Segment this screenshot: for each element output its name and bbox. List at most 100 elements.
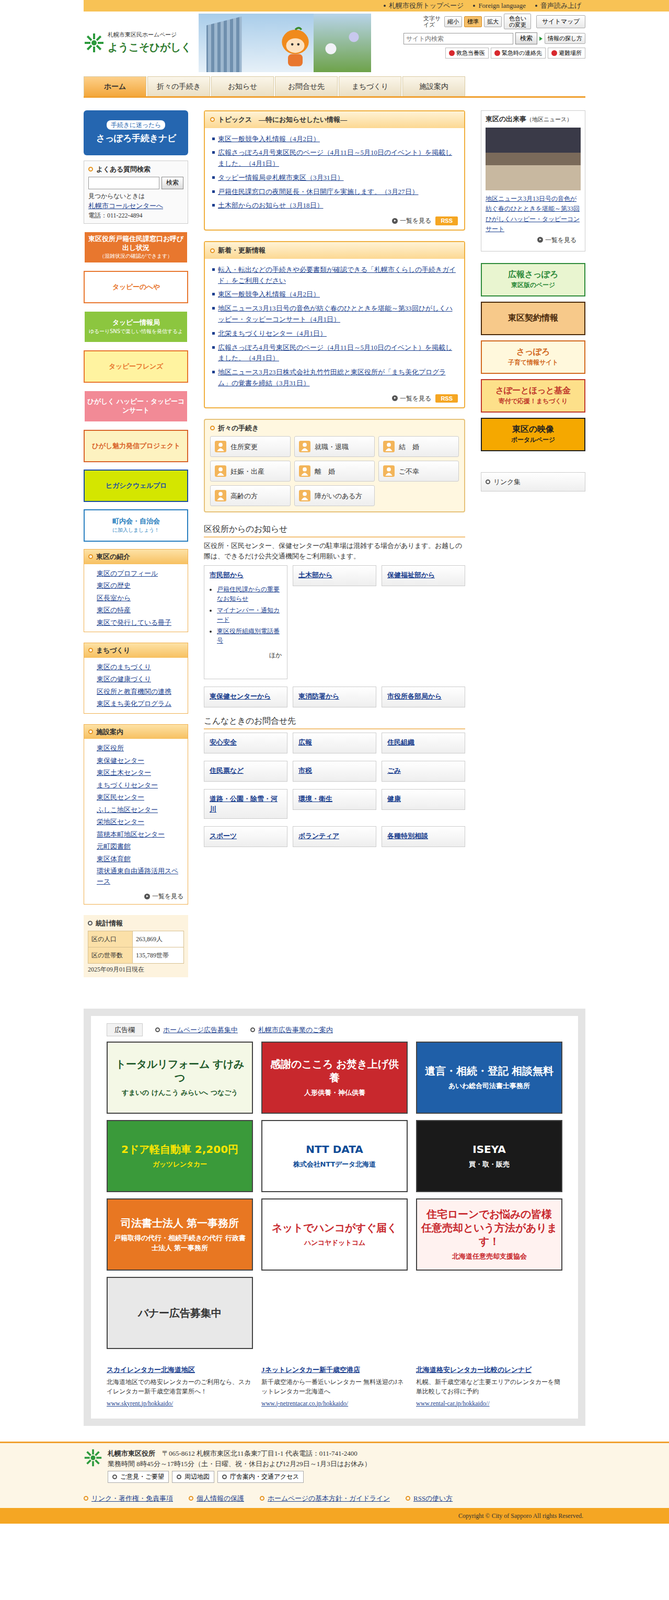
news-link[interactable]: 東区一般競争入札情報（4月2日） (217, 133, 320, 145)
notice-card-link[interactable]: 東保健センターから (209, 691, 271, 700)
news-link[interactable]: 広報さっぽろ4月号東区民のページ（4月11日～5月10日のイベント）を掲載しまし… (217, 342, 457, 365)
ad-banner[interactable]: 司法書士法人 第一事務所 戸籍取得の代行・相続手続きの代行 行政書士法人 第一事… (106, 1197, 253, 1271)
news-link[interactable]: 地区ニュース3月23日株式会社丸竹竹田総と東区役所が「まち美化プログラム」の覚書… (217, 366, 457, 389)
side-menu-link[interactable]: 東区の歴史 (96, 581, 131, 590)
text-ad-title[interactable]: 北海道格安レンタカー比較のレンナビ (416, 1365, 532, 1374)
side-menu-link[interactable]: 東区で発行している冊子 (96, 618, 172, 627)
nav-tab[interactable]: まちづくり (338, 76, 402, 97)
site-search-input[interactable] (403, 32, 514, 45)
nav-tab[interactable]: 施設案内 (402, 76, 466, 97)
more-link[interactable]: 一覧を見る (485, 234, 581, 248)
side-menu-link[interactable]: 東区土木センター (96, 768, 152, 777)
footer-link[interactable]: RSSの使い方 (405, 1492, 453, 1504)
side-banner[interactable]: タッピーのへや (83, 270, 189, 304)
call-center-link[interactable]: 札幌市コールセンターへ (88, 201, 164, 210)
side-menu-link[interactable]: 環状通東自由通路活用スペース (96, 866, 179, 885)
emergency-button[interactable]: 救急当番医 (445, 47, 489, 59)
news-link[interactable]: 戸籍住民課窓口の夜間延長・休日開庁を実施します。（3月27日） (217, 186, 419, 198)
ad-banner[interactable]: 感謝のこころ お焚き上げ供養 人形供養・神仏供養 (261, 1041, 408, 1114)
side-menu-link[interactable]: ふしこ地区センター (96, 805, 158, 814)
news-link[interactable]: 北栄まちづくりセンター（4月1日） (217, 328, 327, 340)
side-menu-link[interactable]: 東区民センター (96, 792, 145, 801)
text-size-button[interactable]: 拡大 (483, 16, 502, 28)
rss-badge[interactable]: RSS (435, 394, 458, 403)
contact-card-link[interactable]: 安心安全 (209, 737, 237, 746)
ad-banner[interactable]: バナー広告募集中 (106, 1276, 253, 1349)
search-help-button[interactable]: 情報の探し方 (544, 32, 586, 44)
text-ad-url[interactable]: www.j-netrentacar.co.jp/hokkaido/ (261, 1399, 349, 1407)
right-banner[interactable]: さぽーとほっと基金 寄付で応援！まちづくり (480, 378, 586, 413)
text-ad-title[interactable]: スカイレンタカー北海道地区 (106, 1365, 195, 1374)
sitemap-button[interactable]: サイトマップ (536, 15, 586, 29)
top-link[interactable]: 音声読み上げ (535, 0, 582, 11)
nav-tab[interactable]: お問合せ先 (274, 76, 338, 97)
notice-card-link[interactable]: 東消防署から (298, 691, 340, 700)
procedure-button[interactable]: 離 婚 (294, 460, 375, 482)
emergency-button[interactable]: 避難場所 (547, 47, 586, 59)
notice-card-link[interactable]: 土木部から (298, 570, 333, 579)
nav-tab[interactable]: 折々の手続き (147, 76, 211, 97)
event-caption-link[interactable]: 地区ニュース3月13日号の音色が紡ぐ春のひとときを堪能～第33回ひがしくハッピー… (485, 194, 580, 234)
news-link[interactable]: タッピー情報局＠札幌市東区（3月31日） (217, 172, 344, 184)
notice-sub-link[interactable]: 戸籍住民課からの重要なお知らせ (216, 585, 280, 603)
notice-card-link[interactable]: 市役所各部局から (387, 691, 442, 700)
text-ad-url[interactable]: www.skyrent.jp/hokkaido/ (106, 1399, 173, 1407)
footer-link[interactable]: リンク・著作権・免責事項 (83, 1492, 173, 1504)
nav-tab[interactable]: お知らせ (211, 76, 274, 97)
side-banner[interactable]: ヒガシクウェルプロ (83, 469, 189, 502)
procedure-button[interactable]: 高齢の方 (210, 485, 291, 506)
side-menu-link[interactable]: まちづくりセンター (96, 780, 158, 789)
right-banner[interactable]: さっぽろ 子育て情報サイト (480, 340, 586, 374)
news-link[interactable]: 転入・転出などの手続きや必要書類が確認できる「札幌市くらしの手続きガイド」をご利… (217, 264, 457, 287)
side-menu-link[interactable]: 元町図書館 (96, 841, 131, 850)
rss-badge[interactable]: RSS (435, 216, 458, 226)
side-banner[interactable]: タッピーフレンズ (83, 350, 189, 383)
footer-link[interactable]: ホームページの基本方針・ガイドライン (259, 1492, 390, 1504)
ads-link[interactable]: ホームページ広告募集中 (155, 1024, 238, 1035)
emergency-button[interactable]: 緊急時の連絡先 (490, 47, 546, 59)
text-size-button[interactable]: 縮小 (444, 16, 463, 28)
contact-card-link[interactable]: 健康 (387, 794, 401, 803)
event-photo[interactable] (485, 127, 581, 191)
more-link[interactable]: 一覧を見る (391, 393, 432, 403)
links-box[interactable]: リンク集 (480, 471, 586, 492)
notice-card-link[interactable]: 保健福祉部から (387, 570, 435, 579)
footer-button[interactable]: 周辺地図 (171, 1470, 215, 1483)
text-ad-title[interactable]: Jネットレンタカー新千歳空港店 (261, 1365, 361, 1374)
contact-card-link[interactable]: 市税 (298, 766, 313, 775)
nav-tab[interactable]: ホーム (83, 76, 147, 97)
ad-banner[interactable]: ネットでハンコがすぐ届く ハンコヤドットコム (261, 1197, 408, 1271)
top-link[interactable]: 札幌市役所トップページ (383, 0, 464, 11)
contact-card-link[interactable]: ごみ (387, 766, 401, 775)
footer-button[interactable]: ご意見・ご要望 (107, 1470, 169, 1483)
contact-card-link[interactable]: 住民票など (209, 766, 244, 775)
side-menu-link[interactable]: 苗穂本町地区センター (96, 829, 165, 838)
contact-card-link[interactable]: 道路・公園・除雪・河川 (209, 794, 278, 813)
news-link[interactable]: 広報さっぽろ4月号東区民のページ（4月11日～5月10日のイベント）を掲載しまし… (217, 147, 457, 170)
side-banner[interactable]: タッピー情報局 ゆるーりSNSで楽しい情報を発信するよ (83, 310, 189, 343)
notice-card-link[interactable]: 市民部から (209, 570, 244, 579)
footer-button[interactable]: 庁舎案内・交通アクセス (217, 1470, 304, 1483)
faq-search-button[interactable]: 検索 (161, 176, 184, 190)
tetsuzuki-navi-banner[interactable]: 手続きに迷ったら さっぽろ手続きナビ (83, 110, 189, 156)
search-button[interactable]: 検索 (515, 32, 538, 45)
right-banner[interactable]: 東区契約情報 (480, 301, 586, 336)
ad-banner[interactable]: NTT DATA 株式会社NTTデータ北海道 (261, 1119, 408, 1192)
side-banner[interactable]: 東区役所戸籍住民課窓口お呼び出し状況 （混雑状況の確認ができます） (83, 231, 189, 264)
ads-link[interactable]: 札幌市広告事業のご案内 (250, 1024, 333, 1035)
contact-card-link[interactable]: スポーツ (209, 831, 237, 840)
contact-card-link[interactable]: 環境・衛生 (298, 794, 333, 803)
side-menu-link[interactable]: 区役所と教育機関の連携 (96, 687, 172, 696)
right-banner[interactable]: 広報さっぽろ 東区版のページ (480, 262, 586, 297)
procedure-button[interactable]: 結 婚 (378, 435, 459, 457)
contact-card-link[interactable]: 広報 (298, 737, 313, 746)
contact-card-link[interactable]: 各種特別相談 (387, 831, 429, 840)
side-menu-link[interactable]: 区長室から (96, 593, 131, 602)
notice-sub-link[interactable]: 東区役所組織別電話番号 (216, 627, 280, 644)
side-menu-link[interactable]: 栄地区センター (96, 817, 145, 826)
procedure-button[interactable]: 住所変更 (210, 435, 291, 457)
side-menu-link[interactable]: 東保健センター (96, 756, 145, 765)
side-menu-link[interactable]: 東区体育館 (96, 854, 131, 863)
footer-link[interactable]: 個人情報の保護 (188, 1492, 245, 1504)
ad-banner[interactable]: トータルリフォーム すけみつ すまいの けんこう みらいへ つなごう (106, 1041, 253, 1114)
